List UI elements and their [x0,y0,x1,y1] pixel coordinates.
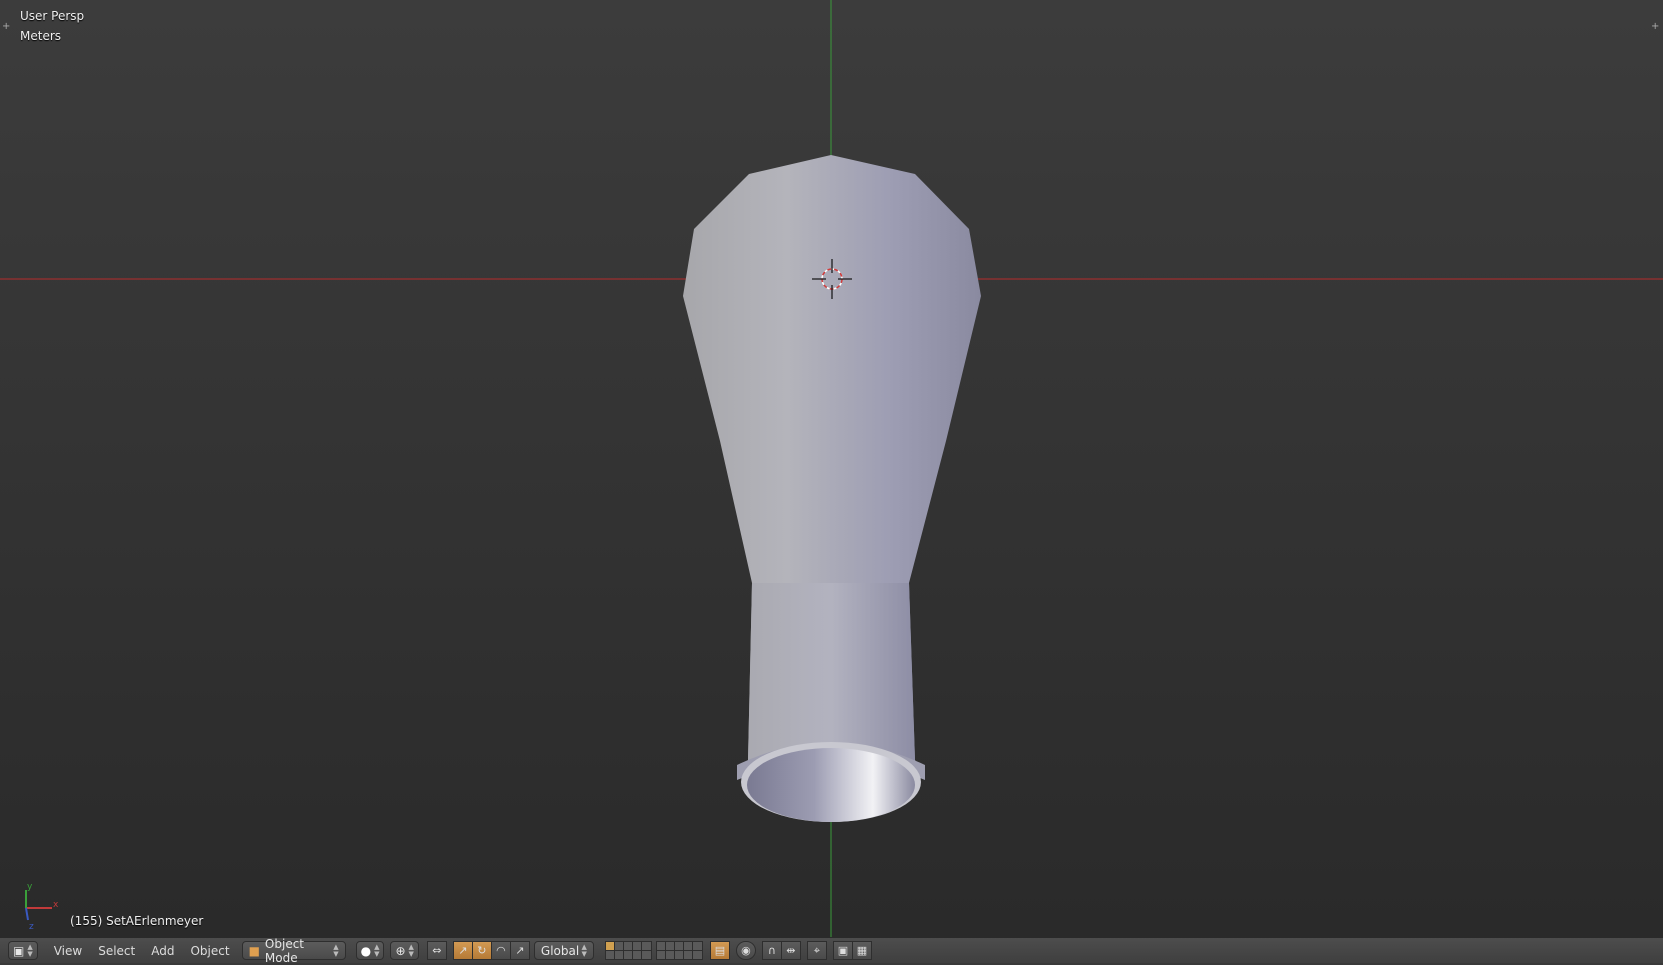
axis-gizmo: x y z [25,882,59,932]
opengl-animation-icon[interactable]: ▦ [851,941,872,960]
updown-icon: ▲ ▼ [27,942,33,958]
updown-icon: ▲ ▼ [333,942,339,958]
units-label: Meters [20,29,62,43]
layer-selector[interactable] [600,940,703,960]
3d-view-header: ▣ ▲ ▼ View Select Add Object ■ Object Mode… [0,937,1663,965]
menu-add[interactable]: Add [143,941,182,960]
proportional-edit-icon[interactable]: ◉ [735,941,756,960]
pivot-point-selector[interactable]: ⊕ ▲ ▼ [390,941,419,960]
lock-layers-icon[interactable]: ▤ [709,941,730,960]
menu-view[interactable]: View [46,941,90,960]
mode-selector[interactable]: ■ Object Mode ▲ ▼ [241,937,346,965]
editor-type-selector[interactable]: ▣ ▲ ▼ [8,941,38,960]
scene-canvas[interactable]: x y z [0,0,1663,937]
menu-select[interactable]: Select [90,941,143,960]
gizmo-y-label: y [27,882,33,892]
layer-cell[interactable] [691,949,703,960]
updown-icon: ▲ ▼ [408,942,414,958]
gizmo-x-label: x [53,900,59,910]
rotate-icon[interactable]: ↻ [471,941,492,960]
area-split-widget-top-right[interactable]: + [1651,22,1661,32]
solid-sphere-icon: ● [360,943,372,958]
layer-cell[interactable] [640,949,652,960]
snap-element-icon[interactable]: ⇹ [780,941,801,960]
scale-icon[interactable]: ◠ [490,941,511,960]
snap-target-icon[interactable]: ⌖ [806,941,827,960]
object-info-label: (155) SetAErlenmeyer [70,914,204,928]
object-mode-icon: ■ [248,943,260,958]
gizmo-z-label: z [29,922,34,932]
menu-object[interactable]: Object [182,941,237,960]
manipulator-toggle-icon[interactable]: ⇔ [426,941,447,960]
opengl-render-icon[interactable]: ▣ [832,941,853,960]
updown-icon: ▲ ▼ [374,942,380,958]
layer-grid-right[interactable] [655,940,703,960]
transform-orientation-selector[interactable]: Global ▲ ▼ [533,941,594,960]
erlenmeyer-object[interactable] [683,155,981,822]
pivot-point-icon: ⊕ [395,943,406,958]
3d-viewport[interactable]: x y z User Persp Meters (155) SetAErlenm… [0,0,1663,937]
3d-view-icon: ▣ [13,943,25,958]
snap-magnet-icon[interactable]: ∩ [761,941,782,960]
layer-grid-left[interactable] [604,940,652,960]
viewport-shading-selector[interactable]: ● ▲ ▼ [355,941,385,960]
orientation-label: Global [540,943,580,958]
scale-arrow-icon[interactable]: ↗ [509,941,530,960]
translate-icon[interactable]: ↗ [452,941,473,960]
area-split-widget-top-left[interactable]: + [2,22,12,32]
mode-label: Object Mode [264,936,305,965]
updown-icon: ▲ ▼ [581,942,587,958]
view-name-label: User Persp [20,9,85,23]
